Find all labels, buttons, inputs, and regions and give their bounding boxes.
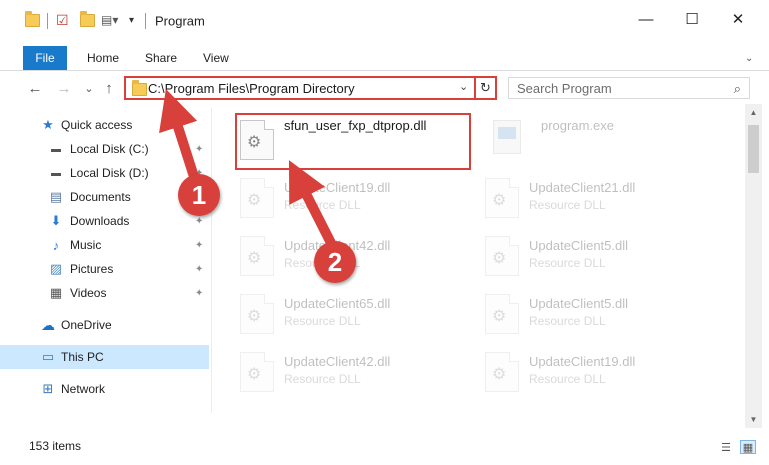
step-2-badge: 2 [314,241,356,283]
arrow-2 [288,160,337,250]
step-1-badge: 1 [178,174,220,216]
annotation-arrows [159,88,337,250]
arrow-1 [159,88,201,188]
